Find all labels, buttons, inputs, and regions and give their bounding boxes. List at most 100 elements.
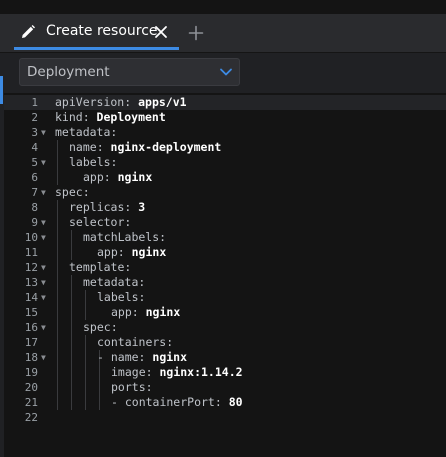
code-line[interactable]: 12 ▼ template: [4,260,446,275]
fold-toggle-icon[interactable]: ▼ [41,215,49,230]
code-text: metadata: [55,125,117,140]
yaml-key: app: [97,245,125,259]
top-strip [0,0,446,14]
line-number: 9 [31,216,38,229]
yaml-value: 80 [221,395,243,409]
yaml-value: nginx [138,305,181,319]
yaml-key: labels: [97,290,146,304]
code-text: containers: [97,335,173,350]
line-number: 11 [24,246,38,259]
code-text: apiVersion: apps/v1 [55,95,187,110]
yaml-key: selector: [69,215,132,229]
line-number: 1 [31,96,38,109]
code-text: kind: Deployment [55,110,166,125]
code-line[interactable]: 2 kind: Deployment [4,110,446,125]
code-line[interactable]: 18 ▼ - name: nginx [4,350,446,365]
yaml-value: nginx [110,170,153,184]
fold-toggle-icon[interactable]: ▼ [41,185,49,200]
code-text: template: [69,260,131,275]
code-line[interactable]: 17 containers: [4,335,446,350]
line-number: 14 [24,291,38,304]
code-line[interactable]: 16 ▼ spec: [4,320,446,335]
yaml-key: app: [83,170,111,184]
code-line[interactable]: 8 replicas: 3 [4,200,446,215]
code-text: metadata: [83,275,145,290]
close-icon[interactable] [154,25,168,39]
fold-toggle-icon[interactable]: ▼ [41,275,49,290]
yaml-key: spec: [83,320,118,334]
yaml-key: name: [69,140,104,154]
resource-type-select[interactable]: Deployment [19,58,240,86]
yaml-value: 3 [131,200,146,214]
yaml-value: nginx:1.14.2 [152,365,243,379]
yaml-code-editor[interactable]: 1 apiVersion: apps/v1 2 kind: Deployment 3 ▼ m… [4,93,446,457]
line-number: 4 [31,141,38,154]
code-line[interactable]: 1 apiVersion: apps/v1 [4,95,446,110]
line-number: 3 [31,126,38,139]
yaml-key: replicas: [69,200,132,214]
yaml-key: labels: [69,155,118,169]
fold-toggle-icon[interactable]: ▼ [41,155,49,170]
code-text: spec: [55,185,90,200]
line-number: 10 [24,231,38,244]
fold-toggle-icon[interactable]: ▼ [41,125,49,140]
code-line[interactable]: 3 ▼ metadata: [4,125,446,140]
code-text: - name: nginx [97,350,187,365]
line-number: 7 [31,186,38,199]
code-text: replicas: 3 [69,200,145,215]
yaml-key: apiVersion: [55,95,132,109]
yaml-value: nginx [145,350,188,364]
code-line[interactable]: 20 ports: [4,380,446,395]
code-text: labels: [69,155,117,170]
code-line[interactable]: 9 ▼ selector: [4,215,446,230]
fold-toggle-icon[interactable]: ▼ [41,350,49,365]
yaml-value: nginx [124,245,167,259]
yaml-key: image: [111,365,153,379]
yaml-key: - containerPort: [111,395,222,409]
code-text: labels: [97,290,145,305]
yaml-key: app: [111,305,139,319]
plus-icon[interactable] [188,25,204,41]
code-line[interactable]: 14 ▼ labels: [4,290,446,305]
line-number: 18 [24,351,38,364]
code-line[interactable]: 21 - containerPort: 80 [4,395,446,410]
code-text: app: nginx [97,245,166,260]
yaml-key: metadata: [83,275,146,289]
tab-label: Create resource [46,23,158,39]
code-text: name: nginx-deployment [69,140,221,155]
fold-toggle-icon[interactable]: ▼ [41,230,49,245]
fold-toggle-icon[interactable]: ▼ [41,320,49,335]
fold-toggle-icon[interactable]: ▼ [41,290,49,305]
yaml-key: - name: [97,350,146,364]
left-accent-bar [0,76,3,104]
code-line[interactable]: 4 name: nginx-deployment [4,140,446,155]
line-number: 20 [24,381,38,394]
code-text: app: nginx [83,170,152,185]
code-line[interactable]: 19 image: nginx:1.14.2 [4,365,446,380]
tab-create-resource[interactable]: Create resource [14,14,179,50]
line-number: 2 [31,111,38,124]
yaml-key: matchLabels: [83,230,167,244]
code-line[interactable]: 7 ▼ spec: [4,185,446,200]
code-line[interactable]: 22 [4,410,446,425]
pencil-icon [22,25,35,38]
code-line[interactable]: 15 app: nginx [4,305,446,320]
fold-toggle-icon[interactable]: ▼ [41,260,49,275]
yaml-value: nginx-deployment [103,140,222,154]
code-text: app: nginx [111,305,180,320]
code-line[interactable]: 10 ▼ matchLabels: [4,230,446,245]
line-number: 16 [24,321,38,334]
code-line[interactable]: 13 ▼ metadata: [4,275,446,290]
line-number: 13 [24,276,38,289]
code-text: image: nginx:1.14.2 [111,365,243,380]
code-line[interactable]: 6 app: nginx [4,170,446,185]
yaml-value: apps/v1 [131,95,187,109]
chevron-down-icon [220,68,232,76]
code-text: - containerPort: 80 [111,395,243,410]
yaml-key: ports: [111,380,153,394]
code-line[interactable]: 5 ▼ labels: [4,155,446,170]
resource-type-value: Deployment [27,64,110,80]
code-text: selector: [69,215,131,230]
code-line[interactable]: 11 app: nginx [4,245,446,260]
code-text: spec: [83,320,118,335]
